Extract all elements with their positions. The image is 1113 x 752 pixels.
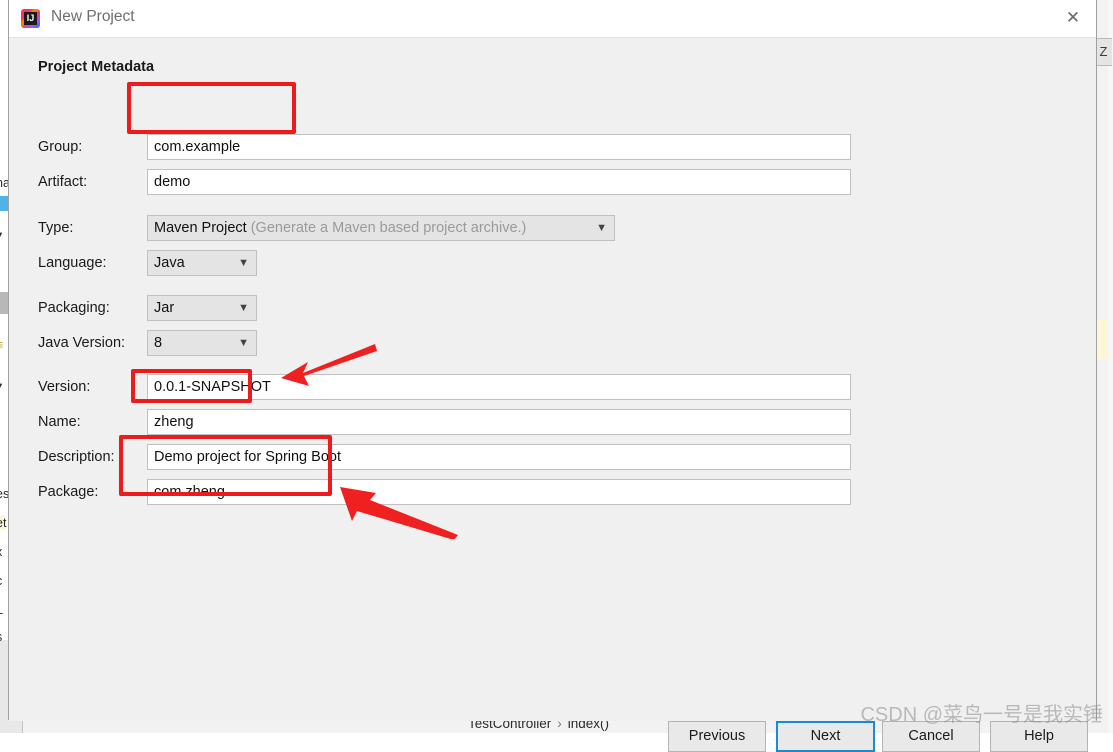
tree-fragment: ▾ (0, 378, 2, 393)
chevron-down-icon: ▼ (596, 222, 607, 234)
intellij-idea-logo-icon: IJ (21, 9, 40, 28)
close-icon[interactable]: ✕ (1050, 0, 1096, 36)
label-group: Group: (38, 139, 83, 155)
label-type: Type: (38, 220, 74, 236)
tree-fragment: s (0, 630, 2, 644)
label-artifact: Artifact: (38, 174, 88, 190)
label-name: Name: (38, 414, 81, 430)
chevron-down-icon: ▼ (238, 257, 249, 269)
packaging-value: Jar (154, 300, 175, 316)
previous-button[interactable]: Previous (668, 721, 766, 752)
group-input[interactable] (147, 134, 851, 160)
label-packaging: Packaging: (38, 300, 110, 316)
packaging-dropdown[interactable]: Jar ▼ (147, 295, 257, 321)
type-value: Maven Project (154, 220, 247, 236)
tree-fragment: L (0, 603, 3, 617)
field-row-group: Group: (9, 134, 1096, 160)
cancel-button[interactable]: Cancel (882, 721, 980, 752)
field-row-name: Name: (9, 409, 1096, 435)
artifact-input[interactable] (147, 169, 851, 195)
tree-fragment: c (0, 574, 2, 588)
tree-fragment: et (0, 516, 7, 530)
help-button[interactable]: Help (990, 721, 1088, 752)
java-version-dropdown[interactable]: 8 ▼ (147, 330, 257, 356)
ide-right-tab[interactable]: Z (1095, 38, 1112, 66)
type-dropdown[interactable]: Maven Project (Generate a Maven based pr… (147, 215, 615, 241)
name-input[interactable] (147, 409, 851, 435)
description-input[interactable] (147, 444, 851, 470)
label-version: Version: (38, 379, 91, 395)
label-description: Description: (38, 449, 115, 465)
language-value: Java (154, 255, 185, 271)
label-package: Package: (38, 484, 99, 500)
language-dropdown[interactable]: Java ▼ (147, 250, 257, 276)
tree-fragment: ≡ (0, 338, 3, 352)
next-button[interactable]: Next (776, 721, 875, 752)
field-row-packaging: Packaging: Jar ▼ (9, 295, 1096, 321)
package-input[interactable] (147, 479, 851, 505)
section-title: Project Metadata (38, 59, 155, 75)
field-row-description: Description: (9, 444, 1096, 470)
tree-fragment: x (0, 545, 2, 559)
chevron-down-icon: ▼ (238, 302, 249, 314)
label-language: Language: (38, 255, 107, 271)
tree-fragment: ▾ (0, 227, 2, 242)
version-input[interactable] (147, 374, 851, 400)
label-java-version: Java Version: (38, 335, 126, 351)
ide-scrollbar[interactable] (1108, 0, 1113, 733)
field-row-version: Version: (9, 374, 1096, 400)
java-version-value: 8 (154, 335, 163, 351)
field-row-type: Type: Maven Project (Generate a Maven ba… (9, 215, 1096, 241)
field-row-java-version: Java Version: 8 ▼ (9, 330, 1096, 356)
type-hint: (Generate a Maven based project archive.… (250, 220, 527, 236)
dialog-body: Project Metadata Group: Artifact: Type: … (9, 38, 1096, 752)
chevron-down-icon: ▼ (238, 337, 249, 349)
new-project-dialog: IJ New Project ✕ Project Metadata Group:… (8, 0, 1097, 752)
field-row-package: Package: (9, 479, 1096, 505)
field-row-language: Language: Java ▼ (9, 250, 1096, 276)
field-row-artifact: Artifact: (9, 169, 1096, 195)
dialog-titlebar: IJ New Project ✕ (9, 0, 1096, 38)
dialog-title: New Project (51, 8, 135, 25)
